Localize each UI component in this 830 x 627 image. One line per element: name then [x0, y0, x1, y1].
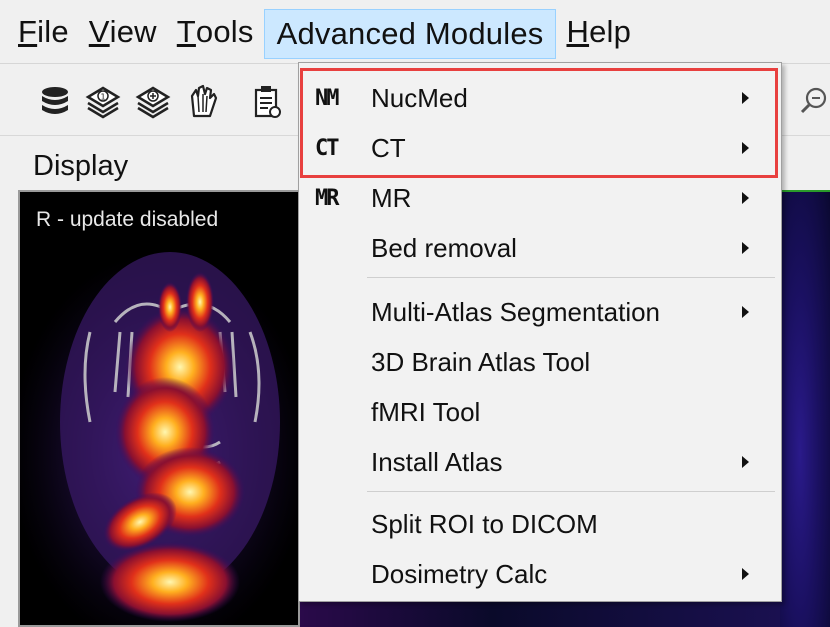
menu-item-install-atlas[interactable]: Install Atlas — [299, 439, 781, 485]
submenu-arrow-icon — [742, 92, 749, 104]
clipboard-icon[interactable] — [248, 82, 286, 120]
secondary-viewport[interactable] — [780, 190, 830, 627]
hand-icon[interactable] — [184, 82, 222, 120]
secondary-viewport-bottom[interactable] — [300, 600, 780, 627]
menu-help-label: elp — [589, 13, 632, 49]
menu-item-fmri-tool[interactable]: fMRI Tool — [299, 389, 781, 435]
menu-item-split-roi-to-dicom[interactable]: Split ROI to DICOM — [299, 501, 781, 547]
menu-advanced-modules-label: Advanced Modules — [276, 15, 544, 51]
menu-item-bed-removal[interactable]: Bed removal — [299, 225, 781, 271]
menu-item-ct[interactable]: CT CT — [299, 125, 781, 171]
menu-bar: File View Tools Advanced Modules Help — [0, 0, 830, 64]
menu-help-mnemonic: H — [566, 13, 590, 49]
menu-file-mnemonic: F — [18, 13, 38, 49]
menu-item-label: fMRI Tool — [371, 396, 481, 427]
menu-tools[interactable]: Tools — [167, 10, 264, 54]
image-viewport[interactable] — [18, 190, 300, 627]
menu-separator — [367, 491, 775, 492]
submenu-arrow-icon — [742, 242, 749, 254]
menu-item-label: MR — [371, 182, 412, 213]
layers-one-icon[interactable]: 1 — [84, 82, 122, 120]
menu-item-label: 3D Brain Atlas Tool — [371, 346, 591, 377]
menu-file[interactable]: File — [18, 10, 79, 54]
viewport-status: R - update disabled — [36, 208, 219, 231]
zoom-icon[interactable] — [798, 84, 830, 116]
menu-item-mr[interactable]: MR MR — [299, 175, 781, 221]
submenu-arrow-icon — [742, 568, 749, 580]
pet-ct-render — [20, 252, 298, 625]
menu-item-label: Bed removal — [371, 232, 517, 263]
menu-item-label: Split ROI to DICOM — [371, 508, 598, 539]
menu-view-mnemonic: V — [88, 13, 110, 49]
menu-help[interactable]: Help — [556, 10, 641, 54]
menu-item-dosimetry-calc[interactable]: Dosimetry Calc — [299, 551, 781, 597]
menu-separator — [367, 277, 775, 278]
menu-item-label: Multi-Atlas Segmentation — [371, 296, 661, 327]
menu-tools-mnemonic: T — [176, 13, 196, 49]
display-title: Display — [33, 150, 129, 182]
menu-view[interactable]: View — [79, 10, 167, 54]
layers-add-icon[interactable] — [134, 82, 172, 120]
menu-item-label: Dosimetry Calc — [371, 558, 548, 589]
advanced-modules-dropdown: NM NucMed CT CT MR MR Bed removal Multi-… — [298, 62, 782, 602]
submenu-arrow-icon — [742, 142, 749, 154]
menu-item-label: Install Atlas — [371, 446, 503, 477]
menu-file-label: ile — [37, 13, 69, 49]
menu-view-label: iew — [109, 13, 157, 49]
menu-item-3d-brain-atlas-tool[interactable]: 3D Brain Atlas Tool — [299, 339, 781, 385]
menu-item-prefix: CT — [315, 135, 340, 161]
menu-item-label: NucMed — [371, 82, 468, 113]
menu-item-multi-atlas-segmentation[interactable]: Multi-Atlas Segmentation — [299, 289, 781, 335]
menu-item-nucmed[interactable]: NM NucMed — [299, 75, 781, 121]
submenu-arrow-icon — [742, 192, 749, 204]
menu-tools-label: ools — [195, 13, 254, 49]
svg-text:1: 1 — [100, 93, 105, 102]
submenu-arrow-icon — [742, 456, 749, 468]
database-icon[interactable] — [36, 82, 74, 120]
submenu-arrow-icon — [742, 306, 749, 318]
menu-item-label: CT — [371, 132, 406, 163]
menu-advanced-modules[interactable]: Advanced Modules — [263, 8, 557, 59]
menu-item-prefix: MR — [315, 185, 340, 211]
menu-item-prefix: NM — [315, 85, 340, 111]
